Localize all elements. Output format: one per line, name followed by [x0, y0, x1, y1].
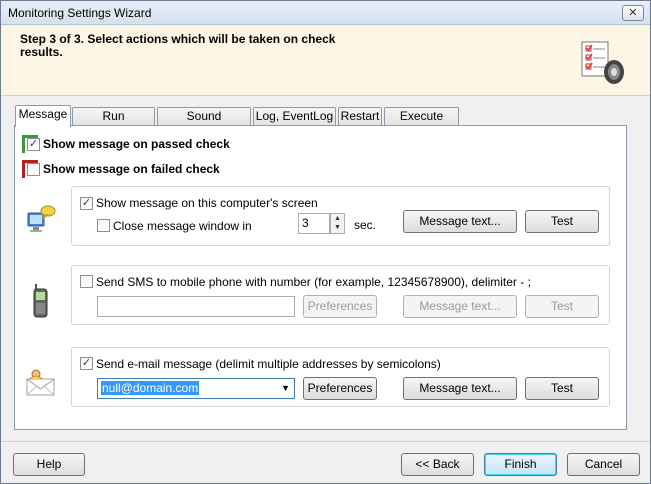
- wizard-window: Monitoring Settings Wizard ✕ Step 3 of 3…: [0, 0, 651, 484]
- tab-sound-notification[interactable]: Sound notification: [157, 107, 251, 140]
- show-on-screen-label: Show message on this computer's screen: [96, 196, 318, 210]
- email-message-text-button[interactable]: Message text...: [403, 377, 517, 400]
- show-on-passed-label: Show message on passed check: [43, 137, 230, 151]
- close-icon: ✕: [628, 7, 638, 19]
- email-group: ✓ Send e-mail message (delimit multiple …: [71, 347, 610, 407]
- computer-message-icon: [27, 205, 56, 232]
- footer-divider: [1, 441, 650, 442]
- close-window-checkbox[interactable]: [97, 219, 110, 232]
- spin-up-icon[interactable]: ▲: [331, 214, 344, 223]
- mobile-phone-icon: [33, 284, 48, 318]
- sms-message-text-button[interactable]: Message text...: [403, 295, 517, 318]
- show-on-screen-checkbox[interactable]: ✓: [80, 197, 93, 210]
- dropdown-arrow-icon[interactable]: ▼: [281, 379, 290, 398]
- tab-restart[interactable]: Restart: [338, 107, 382, 126]
- message-tab-panel: ✓ Show message on passed check Show mess…: [14, 125, 627, 430]
- show-on-failed-label: Show message on failed check: [43, 162, 220, 176]
- sms-group: Send SMS to mobile phone with number (fo…: [71, 265, 610, 325]
- email-address-value: null@domain.com: [101, 381, 200, 395]
- close-window-label: Close message window in: [113, 219, 252, 233]
- screen-message-text-button[interactable]: Message text...: [403, 210, 517, 233]
- screen-message-group: ✓ Show message on this computer's screen…: [71, 186, 610, 246]
- sms-test-button[interactable]: Test: [525, 295, 599, 318]
- seconds-unit-label: sec.: [354, 218, 377, 232]
- send-sms-checkbox[interactable]: [80, 275, 93, 288]
- close-button[interactable]: ✕: [622, 5, 644, 21]
- email-address-combo[interactable]: null@domain.com ▼: [97, 378, 295, 399]
- wizard-header: Step 3 of 3. Select actions which will b…: [1, 26, 650, 96]
- sms-preferences-button[interactable]: Preferences: [303, 295, 377, 318]
- tab-label: Log, EventLog: [255, 109, 334, 123]
- send-email-checkbox[interactable]: ✓: [80, 357, 93, 370]
- step-description: Step 3 of 3. Select actions which will b…: [20, 32, 336, 59]
- screen-test-button[interactable]: Test: [525, 210, 599, 233]
- tab-execute-script[interactable]: Execute script: [384, 107, 459, 140]
- window-title: Monitoring Settings Wizard: [8, 6, 152, 20]
- tab-log-eventlog[interactable]: Log, EventLog: [253, 107, 336, 126]
- tab-run-application[interactable]: Run application: [72, 107, 155, 140]
- send-email-label: Send e-mail message (delimit multiple ad…: [96, 357, 441, 371]
- close-seconds-input[interactable]: 3: [298, 213, 330, 234]
- email-test-button[interactable]: Test: [525, 377, 599, 400]
- phone-number-input[interactable]: [97, 296, 295, 317]
- back-button[interactable]: << Back: [401, 453, 474, 476]
- show-on-passed-checkbox[interactable]: ✓: [27, 138, 40, 151]
- show-on-failed-checkbox[interactable]: [27, 163, 40, 176]
- finish-button[interactable]: Finish: [484, 453, 557, 476]
- spin-down-icon[interactable]: ▼: [331, 223, 344, 232]
- envelope-person-icon: [26, 369, 55, 396]
- cancel-button[interactable]: Cancel: [567, 453, 640, 476]
- tab-label: Restart: [340, 109, 380, 123]
- tab-message[interactable]: Message: [15, 105, 71, 127]
- email-preferences-button[interactable]: Preferences: [303, 377, 377, 400]
- title-bar: Monitoring Settings Wizard ✕: [1, 1, 650, 25]
- checklist-speaker-icon: [581, 41, 624, 84]
- send-sms-label: Send SMS to mobile phone with number (fo…: [96, 275, 531, 289]
- tab-label: Message: [18, 107, 68, 121]
- help-button[interactable]: Help: [13, 453, 85, 476]
- seconds-spinner[interactable]: ▲ ▼: [330, 213, 345, 234]
